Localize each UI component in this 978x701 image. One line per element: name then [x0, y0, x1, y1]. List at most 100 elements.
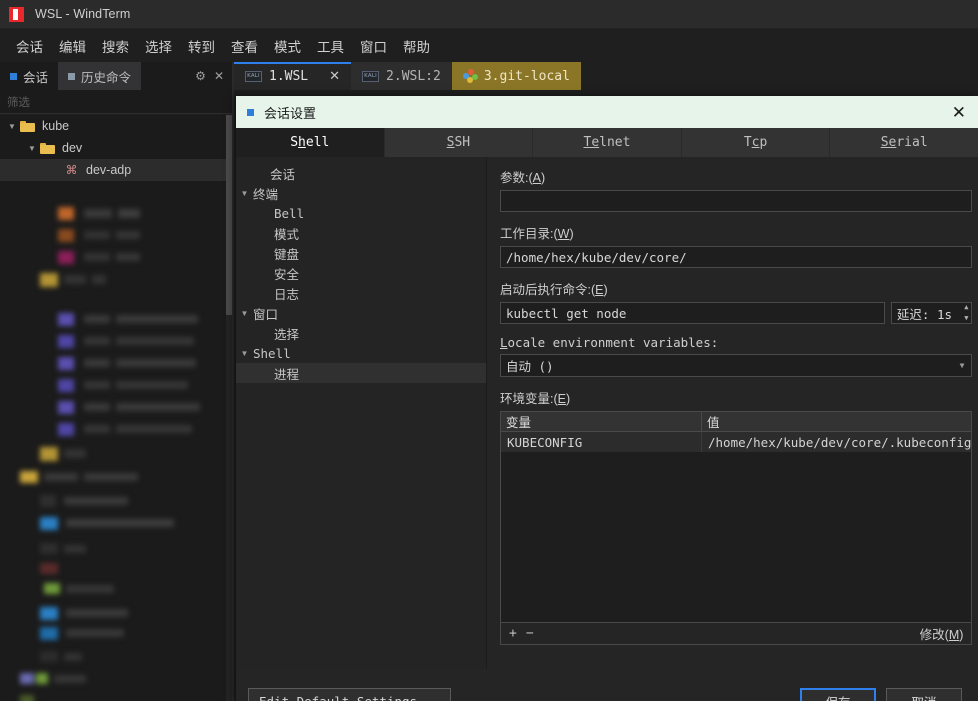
menu-mode[interactable]: 模式	[266, 33, 309, 59]
env-modify-mnemonic: M	[948, 628, 960, 642]
tab-tcp[interactable]: Tcp	[682, 128, 831, 157]
tab-tcp-pre: T	[743, 135, 752, 150]
settings-item-keyboard[interactable]: 键盘	[236, 243, 486, 263]
args-label-post: )	[540, 171, 546, 185]
session-settings-dialog: 会话设置 ✕ Sh ell S SH Te lnet Tcp Se rial 会…	[236, 96, 978, 701]
workdir-input[interactable]: /home/hex/kube/dev/core/	[500, 246, 973, 268]
terminal-tab-1-wsl[interactable]: KALI 1.WSL ✕	[234, 62, 352, 90]
menu-tools[interactable]: 工具	[309, 33, 352, 59]
env-add-button[interactable]: +	[509, 626, 517, 641]
env-col-variable[interactable]: 变量	[501, 412, 702, 431]
tab-ssh[interactable]: S SH	[385, 128, 534, 157]
tab-telnet-post: lnet	[599, 135, 631, 150]
folder-icon	[40, 142, 55, 154]
chevron-down-icon[interactable]: ▼	[964, 315, 968, 322]
chevron-down-icon[interactable]: ▼	[4, 122, 20, 131]
menu-edit[interactable]: 编辑	[51, 33, 94, 59]
chevron-down-icon[interactable]: ▼	[236, 309, 253, 318]
save-button[interactable]: 保存	[800, 687, 876, 701]
close-icon[interactable]: ✕	[214, 69, 224, 83]
args-label-mnemonic: A	[532, 171, 541, 185]
tree-item-dev-adp-label: dev-adp	[86, 163, 132, 177]
chevron-up-icon[interactable]: ▲	[964, 304, 968, 311]
env-label-pre: 环境变量:(	[500, 392, 558, 406]
settings-item-bell[interactable]: Bell	[236, 203, 486, 223]
gear-icon[interactable]: ⚙	[195, 69, 206, 83]
left-tab-sessions[interactable]: 会话	[0, 62, 59, 90]
settings-item-window[interactable]: ▼ 窗口	[236, 303, 486, 323]
close-icon[interactable]: ✕	[329, 68, 340, 84]
env-table: 变量 值 KUBECONFIG /home/hex/kube/dev/core/…	[500, 411, 973, 645]
settings-item-security-label: 安全	[274, 267, 300, 282]
settings-item-log[interactable]: 日志	[236, 283, 486, 303]
tab-telnet[interactable]: Te lnet	[533, 128, 682, 157]
env-modify-post: )	[959, 628, 964, 642]
table-row[interactable]: KUBECONFIG /home/hex/kube/dev/core/.kube…	[501, 432, 972, 452]
settings-item-security[interactable]: 安全	[236, 263, 486, 283]
terminal-tab-3-label: 3.git-local	[483, 68, 570, 84]
window-title: WSL - WindTerm	[35, 7, 131, 21]
stepper-arrows[interactable]: ▲ ▼	[964, 304, 968, 322]
env-remove-button[interactable]: −	[526, 626, 534, 641]
menu-goto[interactable]: 转到	[180, 33, 223, 59]
kali-badge-icon: KALI	[362, 70, 380, 82]
startcmd-input[interactable]: kubectl get node	[500, 302, 885, 324]
terminal-tab-2-wsl2[interactable]: KALI 2.WSL:2	[351, 62, 452, 90]
menu-help[interactable]: 帮助	[395, 33, 438, 59]
menu-window[interactable]: 窗口	[352, 33, 395, 59]
settings-item-bell-label: Bell	[274, 205, 305, 221]
delay-stepper[interactable]: 延迟: 1s ▲ ▼	[890, 302, 973, 324]
env-modify-button[interactable]: 修改(M)	[920, 624, 964, 643]
settings-item-shell-label: Shell	[253, 345, 291, 361]
tab-shell-post: ell	[305, 135, 330, 150]
chevron-down-icon[interactable]: ▼	[236, 189, 253, 198]
env-col-value[interactable]: 值	[702, 412, 971, 431]
args-input[interactable]	[500, 190, 973, 212]
settings-item-session[interactable]: 会话	[236, 163, 486, 183]
dialog-action-buttons: 保存 取消	[800, 687, 962, 701]
tab-shell[interactable]: Sh ell	[236, 128, 385, 157]
filter-input[interactable]: 筛选	[0, 90, 232, 114]
env-cell-value: /home/hex/kube/dev/core/.kubeconfig	[708, 434, 972, 450]
settings-item-shell[interactable]: ▼ Shell	[236, 343, 486, 363]
edit-default-settings-button[interactable]: Edit Default Settings...	[248, 687, 451, 701]
settings-item-terminal[interactable]: ▼ 终端	[236, 183, 486, 203]
env-modify-pre: 修改(	[919, 628, 949, 642]
settings-item-selection[interactable]: 选择	[236, 323, 486, 343]
tree-item-kube[interactable]: ▼ kube	[0, 115, 232, 137]
chevron-down-icon[interactable]: ▼	[24, 144, 40, 153]
edit-defaults-label: dit Default Settings...	[266, 693, 440, 701]
env-label-mnemonic: E	[557, 392, 566, 406]
tree-item-dev-adp[interactable]: ⌘ dev-adp	[0, 159, 232, 181]
edit-defaults-mnemonic: E	[259, 693, 267, 701]
terminal-tab-2-label: 2.WSL:2	[386, 68, 441, 84]
locale-select[interactable]: 自动 () ▼	[500, 354, 973, 377]
tree-item-dev-label: dev	[62, 141, 83, 155]
locale-select-value: 自动 ()	[506, 359, 554, 374]
tab-shell-mnemonic: h	[298, 135, 306, 150]
tree-item-dev[interactable]: ▼ dev	[0, 137, 232, 159]
kali-badge-icon: KALI	[245, 70, 262, 82]
locale-label-post: ocale environment variables:	[507, 335, 719, 350]
session-marker-icon	[10, 72, 17, 80]
settings-item-mode-label: 模式	[274, 227, 300, 242]
terminal-tab-3-git-local[interactable]: 3.git-local	[451, 62, 581, 90]
menu-select[interactable]: 选择	[137, 33, 180, 59]
tree-item-kube-label: kube	[42, 119, 70, 133]
dialog-footer: Edit Default Settings... 保存 取消	[236, 669, 978, 701]
left-tab-history[interactable]: 历史命令	[58, 62, 142, 90]
menu-session[interactable]: 会话	[8, 33, 51, 59]
settings-item-mode[interactable]: 模式	[236, 223, 486, 243]
tab-serial[interactable]: Se rial	[830, 128, 978, 157]
menu-view[interactable]: 查看	[223, 33, 266, 59]
chevron-down-icon[interactable]: ▼	[960, 361, 965, 370]
cancel-button[interactable]: 取消	[886, 687, 962, 701]
startcmd-label-post: )	[603, 283, 608, 297]
dialog-close-icon[interactable]: ✕	[952, 104, 966, 121]
chevron-down-icon[interactable]: ▼	[236, 349, 253, 358]
args-label-pre: 参数:(	[500, 171, 533, 185]
env-table-header: 变量 值	[501, 412, 972, 432]
settings-item-process[interactable]: 进程	[236, 363, 486, 383]
menu-search[interactable]: 搜索	[94, 33, 137, 59]
app-window: WSL - WindTerm 会话 编辑 搜索 选择 转到 查看 模式 工具 窗…	[0, 0, 978, 701]
